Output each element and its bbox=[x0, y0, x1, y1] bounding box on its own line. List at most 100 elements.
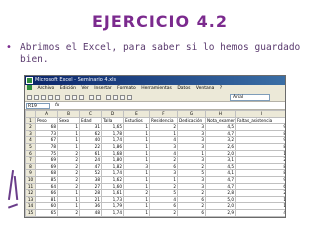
cell[interactable]: Faltas_asistencia bbox=[235, 116, 285, 125]
cell[interactable]: 3 bbox=[123, 162, 150, 171]
cell[interactable]: 1,82 bbox=[101, 162, 124, 171]
menu-item-edicion[interactable]: Edición bbox=[58, 85, 78, 93]
cell[interactable]: 3 bbox=[177, 175, 206, 184]
cell[interactable]: 2 bbox=[57, 208, 80, 217]
new-icon[interactable] bbox=[27, 95, 32, 100]
cell[interactable]: Edad bbox=[79, 116, 102, 125]
cell[interactable]: 2 bbox=[123, 189, 150, 197]
cell[interactable]: 1 bbox=[57, 136, 80, 144]
menu-item-ver[interactable]: Ver bbox=[79, 85, 90, 93]
cell[interactable]: 5 bbox=[149, 189, 178, 197]
cell[interactable]: 1,74 bbox=[101, 136, 124, 144]
cell[interactable]: 68 bbox=[35, 123, 58, 131]
cell[interactable]: 1 bbox=[57, 195, 80, 204]
cell[interactable]: 1 bbox=[57, 202, 80, 210]
cell[interactable]: 1 bbox=[123, 129, 150, 138]
paste-icon[interactable] bbox=[79, 95, 84, 100]
menu-item-formato[interactable]: Formato bbox=[115, 85, 138, 93]
cell[interactable]: 2 bbox=[149, 182, 178, 191]
row-header[interactable]: 10 bbox=[25, 175, 36, 184]
cell[interactable]: 1 bbox=[123, 195, 150, 204]
cell[interactable]: 85 bbox=[35, 175, 58, 184]
cell[interactable]: 62 bbox=[79, 129, 102, 138]
select-all-corner[interactable] bbox=[25, 110, 36, 118]
cell[interactable]: 24 bbox=[79, 156, 102, 164]
cell[interactable]: 4 bbox=[149, 136, 178, 144]
cell[interactable]: 75 bbox=[35, 149, 58, 158]
cell[interactable]: 3 bbox=[177, 136, 206, 144]
cell[interactable]: 2 bbox=[57, 162, 80, 171]
cell[interactable]: 2 bbox=[57, 149, 80, 158]
cell[interactable]: 2,6 bbox=[205, 142, 236, 151]
cell[interactable]: 2 bbox=[177, 202, 206, 210]
cell[interactable]: 66 bbox=[35, 189, 58, 197]
cell[interactable]: 1 bbox=[123, 156, 150, 164]
cell[interactable]: Residencia bbox=[149, 116, 178, 125]
cell[interactable]: 2,0 bbox=[205, 202, 236, 210]
row-header[interactable]: 13 bbox=[25, 195, 36, 204]
row-header[interactable]: 4 bbox=[25, 136, 36, 144]
cell[interactable]: 1 bbox=[123, 175, 150, 184]
preview-icon[interactable] bbox=[55, 95, 60, 100]
cell[interactable]: Sexo bbox=[57, 116, 80, 125]
cell[interactable]: 1,60 bbox=[101, 182, 124, 191]
cell[interactable]: 5,0 bbox=[205, 195, 236, 204]
cell[interactable]: 31 bbox=[79, 123, 102, 131]
menu-item-herramientas[interactable]: Herramientas bbox=[139, 85, 174, 93]
cell[interactable]: 48 bbox=[79, 208, 102, 217]
row-header[interactable]: 5 bbox=[25, 142, 36, 151]
row-header[interactable]: 1 bbox=[25, 116, 36, 125]
cell[interactable]: 2 bbox=[149, 156, 178, 164]
cell[interactable]: 2,0 bbox=[205, 149, 236, 158]
column-header[interactable]: A bbox=[35, 110, 58, 118]
cell[interactable]: 40 bbox=[79, 136, 102, 144]
cell[interactable]: 2 bbox=[149, 123, 178, 131]
cell[interactable]: 6 bbox=[149, 202, 178, 210]
cell[interactable]: 28 bbox=[79, 189, 102, 197]
row-header[interactable]: 3 bbox=[25, 129, 36, 138]
cell[interactable]: 1 bbox=[57, 123, 80, 131]
cell[interactable]: 2 bbox=[177, 162, 206, 171]
cell[interactable]: 4,7 bbox=[205, 129, 236, 138]
cell[interactable]: 2 bbox=[177, 189, 206, 197]
cell[interactable]: 2 bbox=[235, 189, 285, 197]
cell[interactable]: 5 bbox=[177, 169, 206, 177]
cell[interactable]: 1 bbox=[123, 123, 150, 131]
cell[interactable]: 73 bbox=[35, 129, 58, 138]
cell[interactable]: 55 bbox=[79, 215, 102, 217]
cell[interactable]: 4 bbox=[177, 215, 206, 217]
cell[interactable]: 3 bbox=[177, 142, 206, 151]
cell[interactable]: 21 bbox=[79, 195, 102, 204]
cell[interactable]: 2 bbox=[57, 169, 80, 177]
excel-titlebar[interactable]: Microsoft Excel - Seminario 4.xls bbox=[25, 76, 285, 85]
cell[interactable]: 1 bbox=[123, 215, 150, 217]
cell[interactable]: 81 bbox=[35, 195, 58, 204]
cell[interactable]: 6 bbox=[177, 208, 206, 217]
cell[interactable]: 8 bbox=[235, 129, 285, 138]
cell[interactable]: 8 bbox=[235, 162, 285, 171]
cell[interactable]: 1 bbox=[123, 202, 150, 210]
cell[interactable]: 3 bbox=[149, 142, 178, 151]
cell[interactable]: 3,1 bbox=[205, 156, 236, 164]
menu-item-help[interactable]: ? bbox=[218, 85, 224, 93]
row-header[interactable]: 15 bbox=[25, 208, 36, 217]
cell[interactable]: 1,80 bbox=[101, 156, 124, 164]
cell[interactable]: 1 bbox=[123, 208, 150, 217]
cell[interactable]: Talla bbox=[101, 116, 124, 125]
cell[interactable]: 2 bbox=[149, 208, 178, 217]
cell[interactable]: 60 bbox=[35, 202, 58, 210]
cell[interactable]: 1,78 bbox=[101, 129, 124, 138]
cell[interactable]: 78 bbox=[35, 142, 58, 151]
cell[interactable]: 2 bbox=[57, 182, 80, 191]
open-icon[interactable] bbox=[34, 95, 39, 100]
menu-item-datos[interactable]: Datos bbox=[175, 85, 192, 93]
cut-icon[interactable] bbox=[65, 95, 70, 100]
column-header[interactable]: C bbox=[79, 110, 102, 118]
row-header[interactable]: 16 bbox=[25, 215, 36, 217]
menu-item-insertar[interactable]: Insertar bbox=[92, 85, 114, 93]
column-header[interactable]: E bbox=[123, 110, 150, 118]
cell[interactable]: 2,9 bbox=[205, 208, 236, 217]
cell[interactable]: 65 bbox=[35, 208, 58, 217]
save-icon[interactable] bbox=[41, 95, 46, 100]
cell[interactable]: 4,5 bbox=[205, 162, 236, 171]
